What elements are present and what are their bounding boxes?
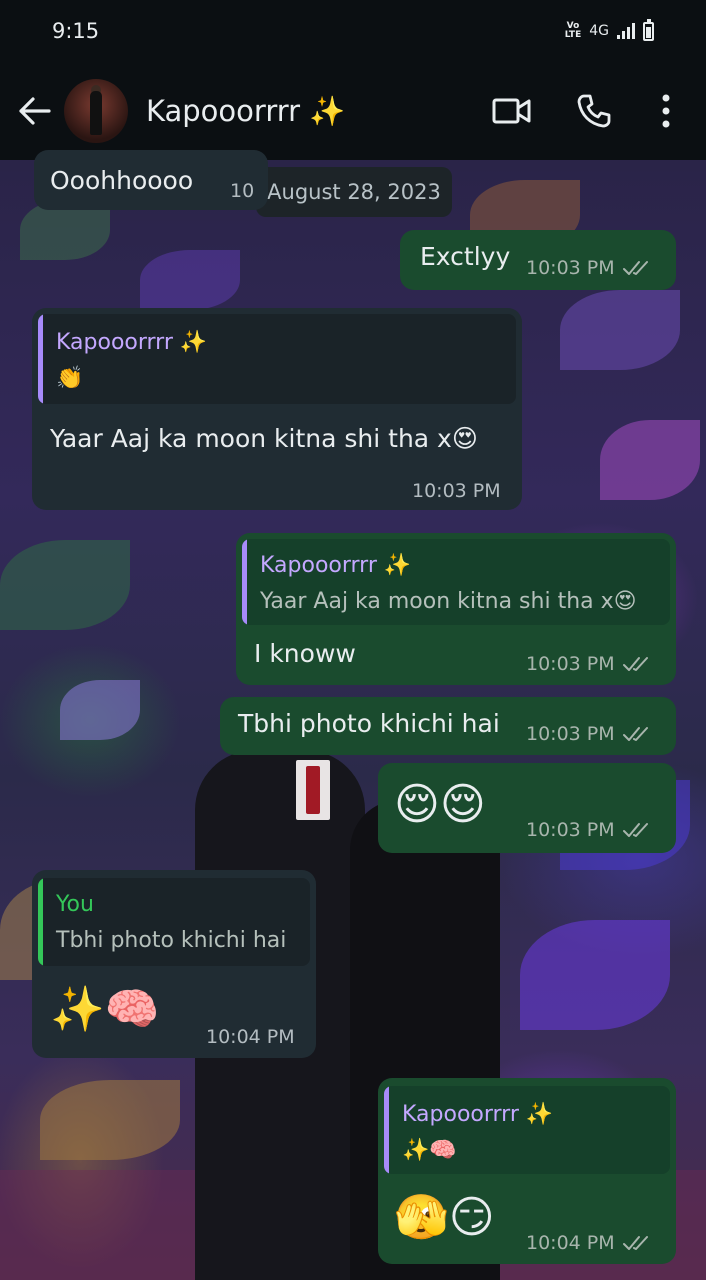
- status-bar: 9:15 Vo LTE 4G: [0, 0, 706, 62]
- message-incoming[interactable]: Kapooorrrr ✨ 👏 Yaar Aaj ka moon kitna sh…: [32, 308, 522, 510]
- message-emoji: 🫣😏: [394, 1192, 495, 1243]
- double-tick-icon: [622, 657, 648, 671]
- message-incoming[interactable]: Ooohhoooo 10: [34, 150, 268, 210]
- phone-icon[interactable]: [564, 81, 624, 141]
- quote-author: Kapooorrrr ✨: [260, 553, 412, 578]
- status-time: 9:15: [52, 19, 100, 43]
- back-arrow-icon[interactable]: [12, 89, 56, 133]
- quoted-message[interactable]: Kapooorrrr ✨ 👏: [38, 314, 516, 404]
- message-text: Ooohhoooo: [50, 166, 194, 195]
- quote-text: Yaar Aaj ka moon kitna shi tha x😍: [260, 589, 637, 614]
- message-text: I knoww: [254, 639, 356, 668]
- message-time: 10:03 PM: [526, 653, 651, 675]
- message-incoming[interactable]: You Tbhi photo khichi hai ✨🧠 10:04 PM: [32, 870, 316, 1058]
- message-text: Tbhi photo khichi hai: [238, 709, 500, 738]
- quoted-message[interactable]: Kapooorrrr ✨ Yaar Aaj ka moon kitna shi …: [242, 539, 670, 625]
- date-chip: August 28, 2023: [256, 167, 452, 217]
- double-tick-icon: [622, 823, 648, 837]
- quoted-message[interactable]: Kapooorrrr ✨ ✨🧠: [384, 1086, 670, 1174]
- quote-author: Kapooorrrr ✨: [402, 1102, 554, 1127]
- quote-author: You: [56, 892, 94, 917]
- message-time: 10:03 PM: [526, 723, 651, 745]
- status-icons: Vo LTE 4G: [564, 18, 654, 41]
- signal-icon: [617, 23, 635, 39]
- double-tick-icon: [622, 1236, 648, 1250]
- message-time: 10:04 PM: [206, 1026, 295, 1048]
- message-outgoing[interactable]: Kapooorrrr ✨ Yaar Aaj ka moon kitna shi …: [236, 533, 676, 685]
- message-emoji: 😌😌: [394, 779, 486, 830]
- message-outgoing[interactable]: 😌😌 10:03 PM: [378, 763, 676, 853]
- chat-header: Kapooorrrr ✨: [0, 62, 706, 160]
- double-tick-icon: [622, 261, 648, 275]
- message-text: Yaar Aaj ka moon kitna shi tha x😍: [50, 424, 478, 453]
- message-time: 10:03 PM: [526, 819, 651, 841]
- message-time: 10:04 PM: [526, 1232, 651, 1254]
- message-time: 10:03 PM: [526, 257, 651, 279]
- message-outgoing[interactable]: Kapooorrrr ✨ ✨🧠 🫣😏 10:04 PM: [378, 1078, 676, 1264]
- message-outgoing[interactable]: Tbhi photo khichi hai 10:03 PM: [220, 697, 676, 755]
- message-text: Exctlyy: [420, 242, 511, 271]
- double-tick-icon: [622, 727, 648, 741]
- avatar[interactable]: [64, 79, 128, 143]
- battery-icon: [643, 18, 654, 41]
- message-time: 10:03 PM: [412, 480, 501, 502]
- quote-text: ✨🧠: [402, 1138, 457, 1163]
- message-outgoing[interactable]: Exctlyy 10:03 PM: [400, 230, 676, 290]
- more-vert-icon[interactable]: [646, 81, 686, 141]
- volte-icon: Vo LTE: [564, 21, 582, 40]
- network-type: 4G: [589, 23, 609, 39]
- quoted-message[interactable]: You Tbhi photo khichi hai: [38, 878, 310, 966]
- message-emoji: ✨🧠: [50, 984, 160, 1035]
- quote-text: 👏: [56, 366, 84, 391]
- quote-author: Kapooorrrr ✨: [56, 330, 208, 355]
- header-actions: [460, 81, 686, 141]
- message-time: 10: [230, 180, 255, 202]
- contact-name[interactable]: Kapooorrrr ✨: [146, 94, 345, 129]
- quote-text: Tbhi photo khichi hai: [56, 928, 287, 953]
- video-call-icon[interactable]: [482, 81, 542, 141]
